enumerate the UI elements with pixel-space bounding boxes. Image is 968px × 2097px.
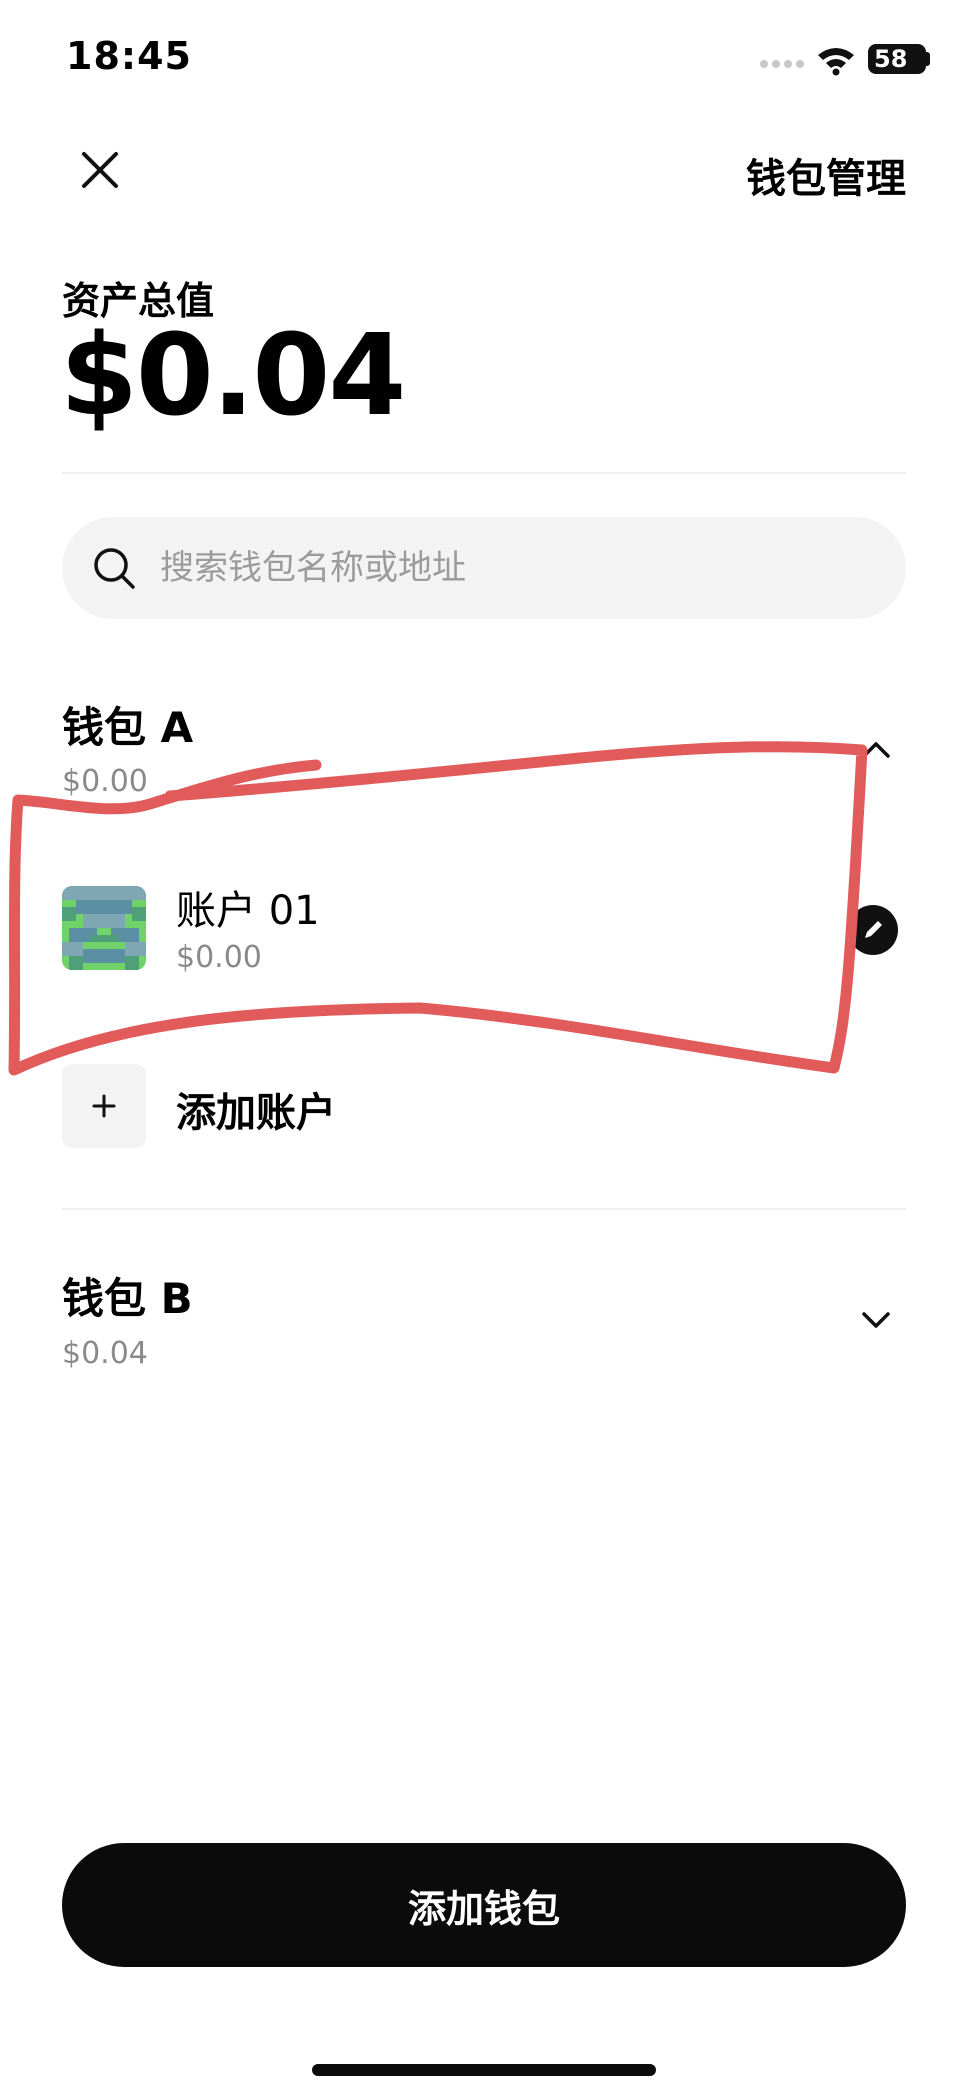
battery-cap [926,52,930,66]
search-bar[interactable] [62,517,906,619]
total-assets-value: $0.04 [60,311,406,441]
cellular-signal-icon [760,60,804,72]
chevron-up-icon[interactable] [854,728,898,772]
divider [62,1208,906,1210]
battery-icon: 58 [868,44,926,74]
add-account-label: 添加账户 [176,1090,336,1136]
divider [62,472,906,474]
edit-account-button[interactable] [848,905,898,955]
wallet-management-title[interactable]: 钱包管理 [746,146,906,204]
close-icon [82,152,118,188]
pencil-icon [865,921,882,938]
account-avatar [62,886,146,970]
search-input[interactable] [160,548,800,588]
search-icon [94,548,135,589]
account-value: $0.00 [176,940,262,975]
wallet-b-value: $0.04 [62,1336,148,1371]
chevron-down-icon[interactable] [854,1298,898,1342]
add-wallet-button[interactable]: 添加钱包 [62,1843,906,1967]
wallet-a-value: $0.00 [62,764,148,799]
home-indicator [312,2064,656,2076]
account-name: 账户 01 [176,888,320,934]
wallet-a-name[interactable]: 钱包 A [62,694,193,755]
wifi-icon [818,48,854,76]
status-bar: 18:45 58 [0,0,968,120]
status-time: 18:45 [66,34,192,78]
wallet-b-name[interactable]: 钱包 B [62,1265,193,1326]
close-button[interactable] [70,140,130,200]
plus-icon [62,1064,146,1148]
